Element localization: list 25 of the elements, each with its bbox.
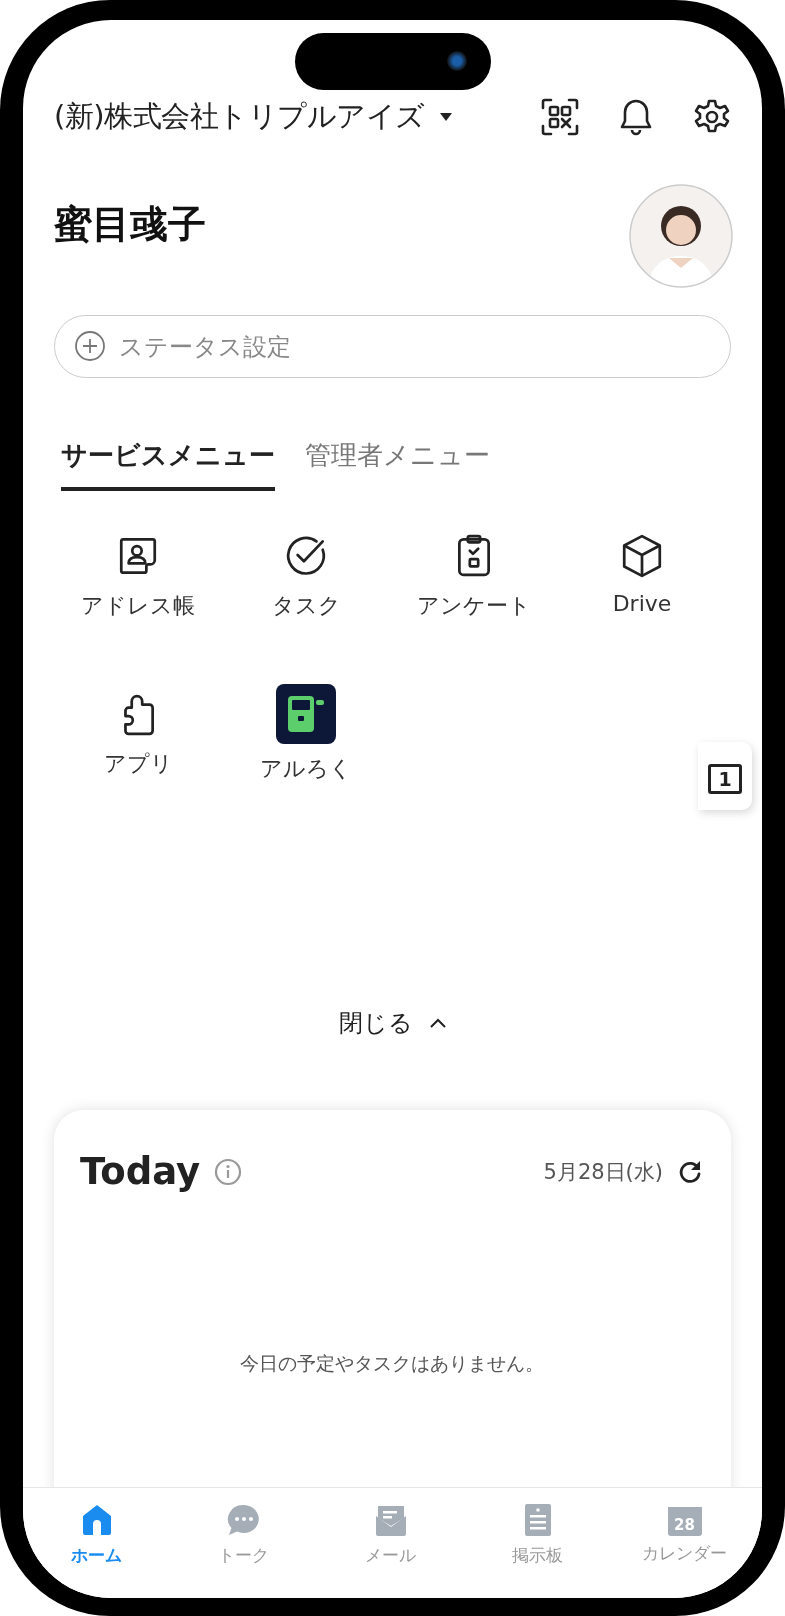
service-item[interactable]: タスク <box>222 533 390 621</box>
menu-tab[interactable]: 管理者メニュー <box>305 438 490 491</box>
dropdown-caret-icon[interactable] <box>438 112 453 122</box>
collapse-button[interactable]: 閉じる <box>332 1006 453 1040</box>
organization-name[interactable]: (新)株式会社トリプルアイズ <box>54 97 425 137</box>
menu-tab[interactable]: サービスメニュー <box>61 438 275 491</box>
service-item[interactable]: アプリ <box>54 691 222 784</box>
date-label: 5月28日(水) <box>543 1158 663 1186</box>
service-item[interactable]: Drive <box>558 533 726 621</box>
qr-code-icon[interactable] <box>541 98 579 136</box>
app-logo-icon <box>276 684 336 744</box>
user-name: 蜜目彧子 <box>54 201 206 248</box>
add-circle-icon <box>74 330 106 362</box>
empty-message: 今日の予定やタスクはありません。 <box>238 1351 545 1376</box>
calendar-day-icon: 1 <box>708 764 742 794</box>
info-icon[interactable] <box>214 1157 243 1186</box>
status-field[interactable]: ステータス設定 <box>54 315 731 378</box>
service-item[interactable]: アンケート <box>390 533 558 621</box>
side-tab[interactable]: 1 <box>698 742 752 810</box>
chat-bubble-icon <box>225 1502 262 1538</box>
chevron-up-icon <box>428 1017 447 1029</box>
service-item[interactable]: アルろく <box>222 684 390 784</box>
card-title: Today <box>80 1150 201 1193</box>
camera-icon <box>446 51 467 71</box>
service-item[interactable]: アドレス帳 <box>54 533 222 621</box>
